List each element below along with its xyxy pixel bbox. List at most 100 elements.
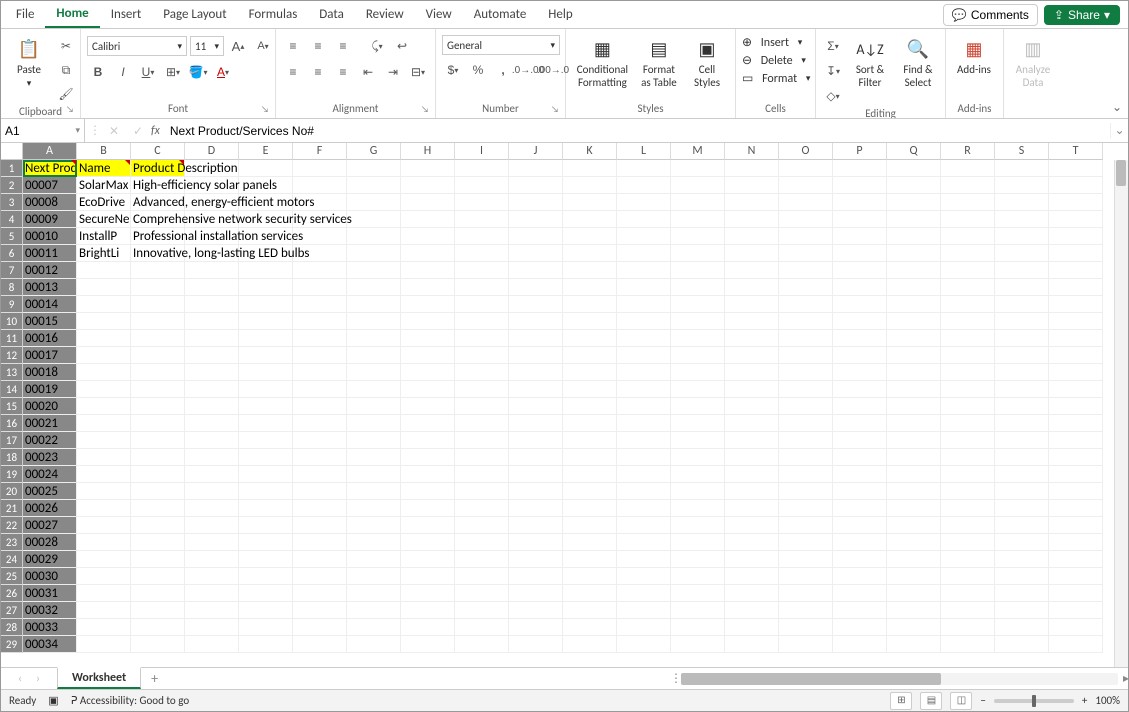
- cell-H23[interactable]: [401, 534, 455, 551]
- cell-R25[interactable]: [941, 568, 995, 585]
- cell-M26[interactable]: [671, 585, 725, 602]
- cell-O27[interactable]: [779, 602, 833, 619]
- column-header-S[interactable]: S: [995, 143, 1049, 160]
- cell-K24[interactable]: [563, 551, 617, 568]
- cell-A18[interactable]: 00023: [23, 449, 77, 466]
- cell-I29[interactable]: [455, 636, 509, 653]
- cell-P27[interactable]: [833, 602, 887, 619]
- cell-P1[interactable]: [833, 160, 887, 177]
- cell-E8[interactable]: [239, 279, 293, 296]
- enter-formula-button[interactable]: ✓: [127, 120, 149, 142]
- cell-K29[interactable]: [563, 636, 617, 653]
- column-header-H[interactable]: H: [401, 143, 455, 160]
- cell-J23[interactable]: [509, 534, 563, 551]
- row-header-24[interactable]: 24: [1, 551, 23, 568]
- cell-A29[interactable]: 00034: [23, 636, 77, 653]
- increase-indent-button[interactable]: ⇥: [382, 61, 404, 83]
- cell-A5[interactable]: 00010: [23, 228, 77, 245]
- cell-B20[interactable]: [77, 483, 131, 500]
- cell-G16[interactable]: [347, 415, 401, 432]
- cell-M8[interactable]: [671, 279, 725, 296]
- cell-F28[interactable]: [293, 619, 347, 636]
- cell-B25[interactable]: [77, 568, 131, 585]
- sheet-nav-prev[interactable]: ‹: [11, 672, 29, 686]
- row-header-6[interactable]: 6: [1, 245, 23, 262]
- cell-J26[interactable]: [509, 585, 563, 602]
- cell-R23[interactable]: [941, 534, 995, 551]
- cell-Q15[interactable]: [887, 398, 941, 415]
- cell-H21[interactable]: [401, 500, 455, 517]
- cell-H20[interactable]: [401, 483, 455, 500]
- orientation-button[interactable]: ⤹▾: [366, 35, 388, 57]
- cell-J15[interactable]: [509, 398, 563, 415]
- cell-B21[interactable]: [77, 500, 131, 517]
- cell-K26[interactable]: [563, 585, 617, 602]
- cell-J6[interactable]: [509, 245, 563, 262]
- cell-R29[interactable]: [941, 636, 995, 653]
- cell-H26[interactable]: [401, 585, 455, 602]
- cell-I24[interactable]: [455, 551, 509, 568]
- cell-R27[interactable]: [941, 602, 995, 619]
- cell-K28[interactable]: [563, 619, 617, 636]
- cell-K20[interactable]: [563, 483, 617, 500]
- column-header-L[interactable]: L: [617, 143, 671, 160]
- column-header-Q[interactable]: Q: [887, 143, 941, 160]
- cell-M18[interactable]: [671, 449, 725, 466]
- cell-C2[interactable]: High-efficiency solar panels: [131, 177, 185, 194]
- cell-A1[interactable]: Next Prod: [23, 160, 77, 177]
- cell-N28[interactable]: [725, 619, 779, 636]
- cell-I6[interactable]: [455, 245, 509, 262]
- cell-J24[interactable]: [509, 551, 563, 568]
- cell-J27[interactable]: [509, 602, 563, 619]
- tab-view[interactable]: View: [415, 2, 463, 27]
- cell-M13[interactable]: [671, 364, 725, 381]
- add-sheet-button[interactable]: +: [141, 670, 168, 687]
- cell-Q14[interactable]: [887, 381, 941, 398]
- row-header-20[interactable]: 20: [1, 483, 23, 500]
- cell-H4[interactable]: [401, 211, 455, 228]
- name-box-input[interactable]: [5, 124, 71, 138]
- tab-formulas[interactable]: Formulas: [238, 2, 309, 27]
- cell-B10[interactable]: [77, 313, 131, 330]
- cell-J10[interactable]: [509, 313, 563, 330]
- cell-N13[interactable]: [725, 364, 779, 381]
- cell-M21[interactable]: [671, 500, 725, 517]
- cell-F22[interactable]: [293, 517, 347, 534]
- cell-B14[interactable]: [77, 381, 131, 398]
- cell-E27[interactable]: [239, 602, 293, 619]
- cell-A8[interactable]: 00013: [23, 279, 77, 296]
- cell-I16[interactable]: [455, 415, 509, 432]
- cell-S7[interactable]: [995, 262, 1049, 279]
- cell-L1[interactable]: [617, 160, 671, 177]
- cell-E7[interactable]: [239, 262, 293, 279]
- cell-M7[interactable]: [671, 262, 725, 279]
- cell-R13[interactable]: [941, 364, 995, 381]
- cell-Q29[interactable]: [887, 636, 941, 653]
- cell-M2[interactable]: [671, 177, 725, 194]
- cell-C15[interactable]: [131, 398, 185, 415]
- cell-L25[interactable]: [617, 568, 671, 585]
- clipboard-dialog-launcher[interactable]: ↘: [66, 104, 78, 116]
- macro-recorder-icon[interactable]: ▣: [48, 694, 58, 707]
- cell-K2[interactable]: [563, 177, 617, 194]
- cell-B3[interactable]: EcoDrive: [77, 194, 131, 211]
- cell-R21[interactable]: [941, 500, 995, 517]
- cell-S22[interactable]: [995, 517, 1049, 534]
- cell-N20[interactable]: [725, 483, 779, 500]
- cell-P11[interactable]: [833, 330, 887, 347]
- row-header-23[interactable]: 23: [1, 534, 23, 551]
- row-header-27[interactable]: 27: [1, 602, 23, 619]
- cell-R7[interactable]: [941, 262, 995, 279]
- cell-H5[interactable]: [401, 228, 455, 245]
- tab-page-layout[interactable]: Page Layout: [152, 2, 237, 27]
- cell-H15[interactable]: [401, 398, 455, 415]
- cell-H12[interactable]: [401, 347, 455, 364]
- cell-D27[interactable]: [185, 602, 239, 619]
- cell-Q24[interactable]: [887, 551, 941, 568]
- cell-I14[interactable]: [455, 381, 509, 398]
- cell-J8[interactable]: [509, 279, 563, 296]
- cell-L16[interactable]: [617, 415, 671, 432]
- cell-J29[interactable]: [509, 636, 563, 653]
- percent-button[interactable]: %: [467, 59, 489, 81]
- cell-E20[interactable]: [239, 483, 293, 500]
